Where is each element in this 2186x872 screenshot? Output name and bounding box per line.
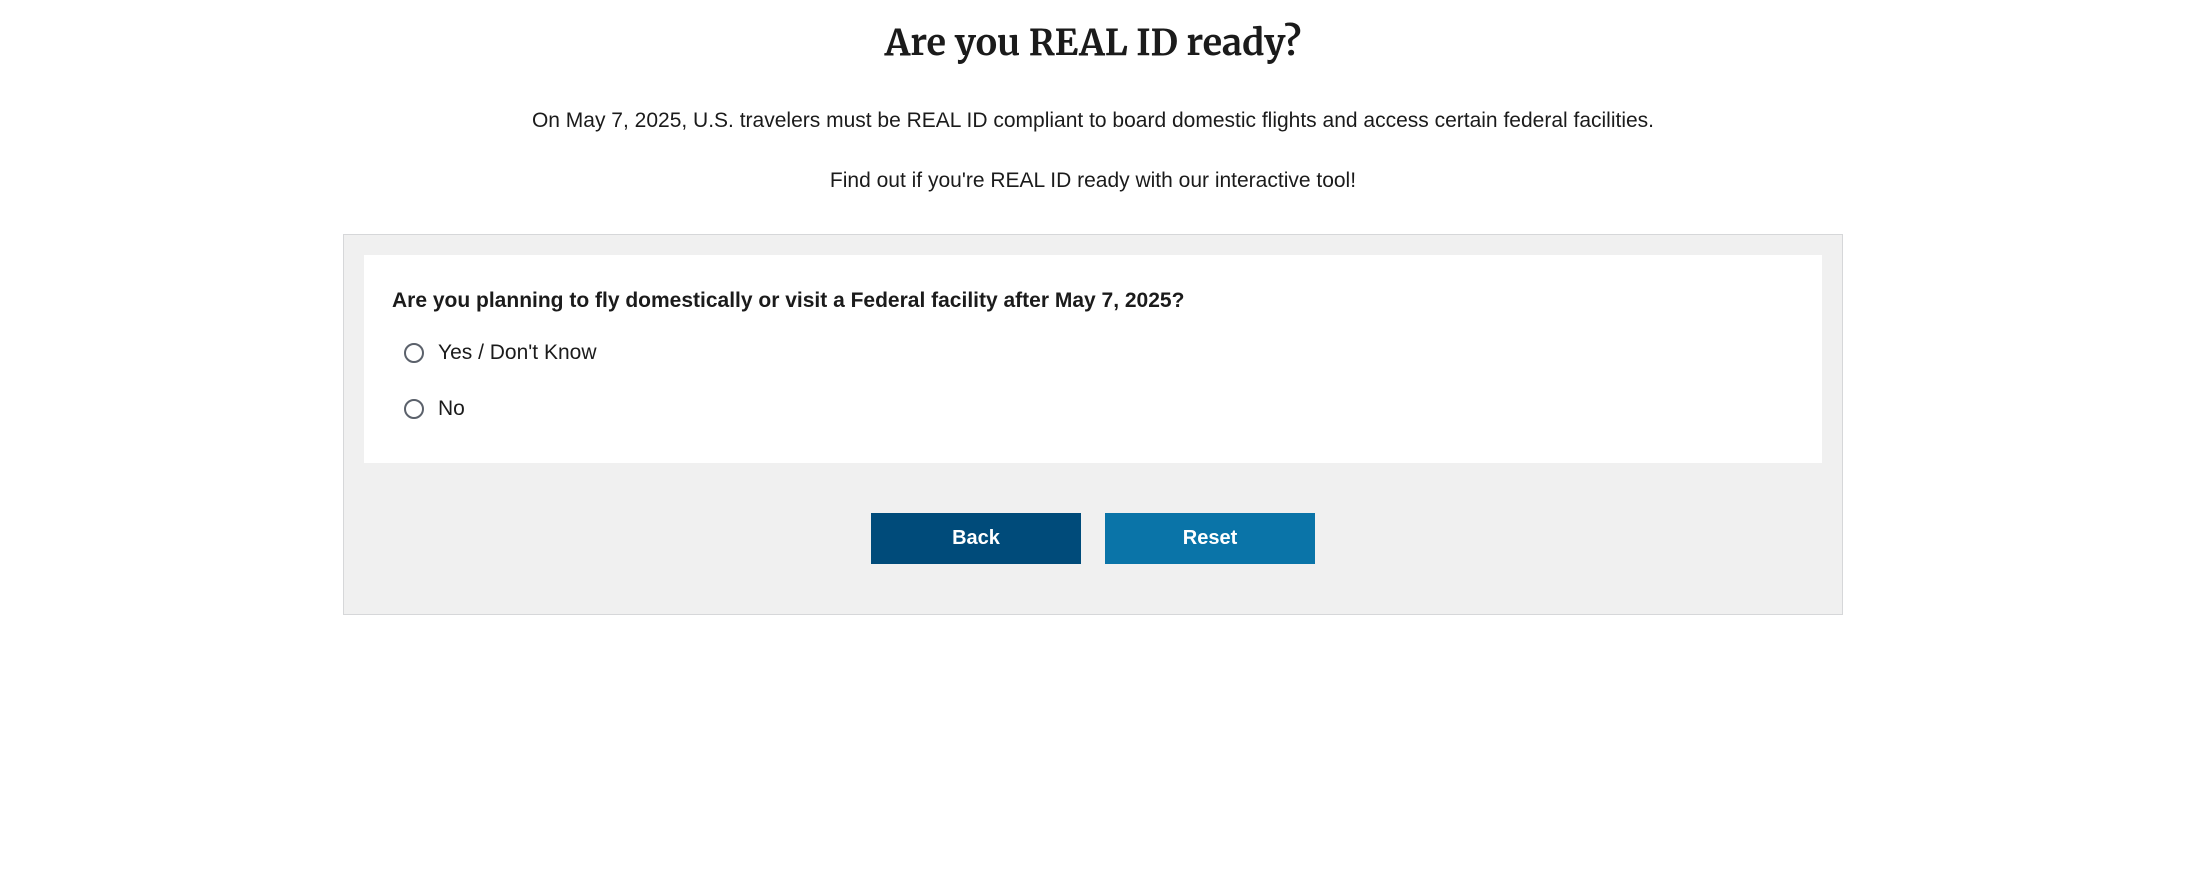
button-row: Back Reset (364, 513, 1822, 564)
form-panel: Are you planning to fly domestically or … (343, 234, 1843, 615)
radio-input-no[interactable] (404, 399, 424, 419)
question-card: Are you planning to fly domestically or … (364, 255, 1822, 463)
radio-label-yes: Yes / Don't Know (438, 341, 597, 365)
radio-option-yes[interactable]: Yes / Don't Know (404, 341, 1794, 365)
intro-subtext: Find out if you're REAL ID ready with ou… (343, 165, 1843, 197)
radio-input-yes[interactable] (404, 343, 424, 363)
page-title: Are you REAL ID ready? (343, 20, 1843, 65)
intro-text: On May 7, 2025, U.S. travelers must be R… (343, 105, 1843, 137)
reset-button[interactable]: Reset (1105, 513, 1315, 564)
radio-label-no: No (438, 397, 465, 421)
back-button[interactable]: Back (871, 513, 1081, 564)
radio-option-no[interactable]: No (404, 397, 1794, 421)
question-text: Are you planning to fly domestically or … (392, 289, 1794, 313)
